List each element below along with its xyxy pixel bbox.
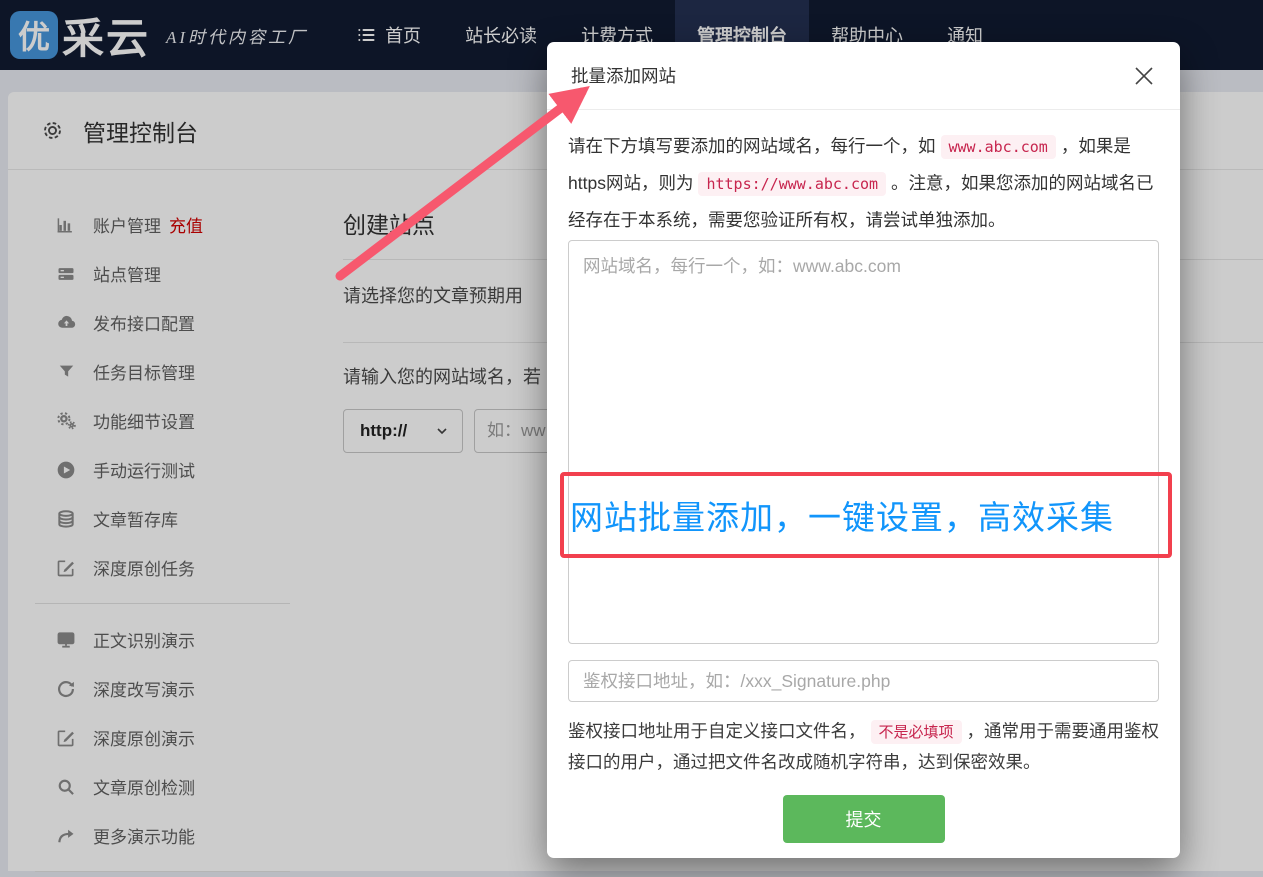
modal-title: 批量添加网站 [571, 63, 676, 88]
auth-hint-text: 鉴权接口地址用于自定义接口文件名，不是必填项，通常用于需要通用鉴权接口的用户，通… [568, 716, 1159, 777]
example-https-code: https://www.abc.com [698, 172, 886, 196]
submit-button[interactable]: 提交 [783, 795, 945, 843]
modal-intro-text: 请在下方填写要添加的网站域名，每行一个，如www.abc.com，如果是http… [568, 128, 1159, 238]
batch-add-site-modal: 批量添加网站 请在下方填写要添加的网站域名，每行一个，如www.abc.com，… [547, 42, 1180, 858]
not-required-badge: 不是必填项 [871, 720, 962, 744]
auth-endpoint-input[interactable] [568, 660, 1159, 702]
modal-body: 请在下方填写要添加的网站域名，每行一个，如www.abc.com，如果是http… [547, 128, 1180, 843]
hint-text: 鉴权接口地址用于自定义接口文件名， [568, 721, 866, 741]
modal-header: 批量添加网站 [547, 42, 1180, 110]
close-icon[interactable] [1128, 60, 1160, 92]
intro-text: 请在下方填写要添加的网站域名，每行一个，如 [568, 136, 936, 156]
screen: 优 采云 AI时代内容工厂 首页 站长必读 计费方式 管理控制台 帮助中心 [0, 0, 1263, 877]
example-domain-code: www.abc.com [941, 135, 1056, 159]
domains-textarea[interactable] [568, 240, 1159, 644]
